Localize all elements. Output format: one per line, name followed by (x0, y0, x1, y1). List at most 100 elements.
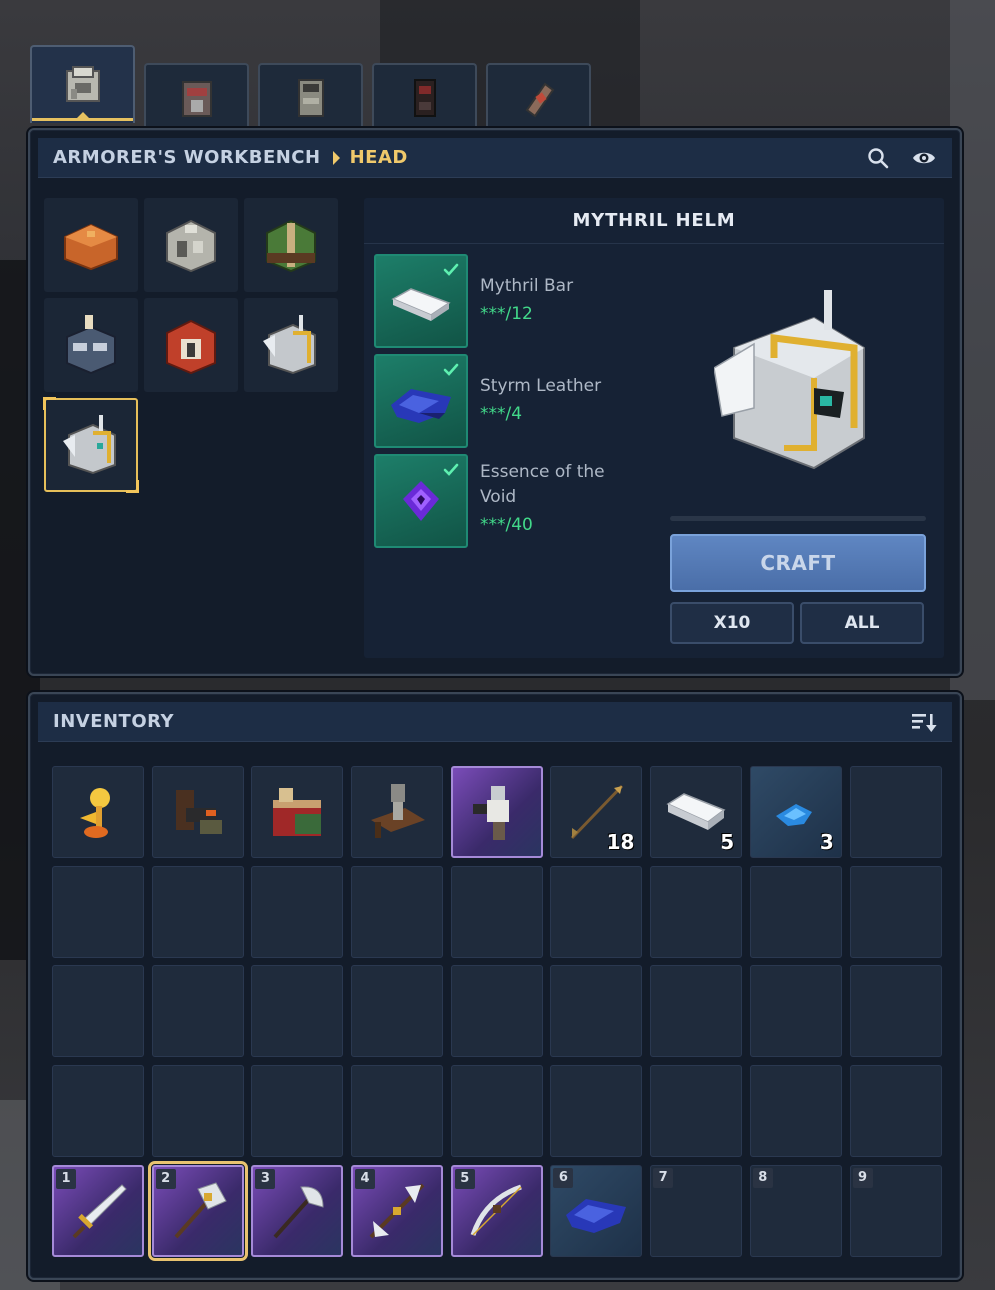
anvil-bench-icon (175, 790, 222, 834)
hotbar-slot-4[interactable]: 4 (351, 1164, 444, 1257)
hotkey-label: 2 (155, 1168, 176, 1189)
mythril-helm-icon (63, 415, 116, 475)
workbench-title: ARMORER'S WORKBENCH (53, 147, 321, 168)
inventory-slot-empty[interactable] (849, 965, 942, 1058)
inventory-slot-empty[interactable] (450, 1065, 543, 1158)
recipe-mythril-helm[interactable] (43, 397, 139, 493)
inventory-slot[interactable] (151, 766, 244, 858)
styrm-leather-icon (566, 1198, 627, 1233)
ingredient-row: Styrm Leather ***/4 (374, 354, 620, 448)
craft-all-button[interactable]: ALL (800, 602, 924, 644)
bracer-tab-icon (525, 82, 554, 117)
sword-icon (72, 1184, 127, 1239)
golden-flower-icon (80, 788, 110, 838)
recipe-title: MYTHRIL HELM (364, 198, 944, 244)
ingredient-slot[interactable] (374, 354, 468, 448)
breadcrumb-arrow-icon (332, 150, 340, 165)
hotbar-slot-9[interactable]: 9 (849, 1164, 942, 1257)
hotbar-slot-2[interactable]: 2 (147, 1160, 248, 1261)
inventory-slot-empty[interactable] (749, 865, 842, 958)
recipe-red-adamantite-helm[interactable] (144, 298, 238, 392)
inventory-slot[interactable] (450, 766, 543, 858)
inventory-slot-empty[interactable] (849, 865, 942, 958)
tab-legs-armor[interactable] (258, 63, 363, 130)
inventory-slot[interactable] (351, 766, 444, 858)
inventory-slot[interactable] (52, 766, 144, 858)
inventory-slot-empty[interactable] (251, 865, 344, 958)
inventory-slot[interactable]: 3 (749, 766, 842, 858)
inventory-slot[interactable]: 18 (550, 766, 643, 858)
inventory-slot-empty[interactable] (52, 865, 144, 958)
inventory-slot-empty[interactable] (351, 1065, 444, 1158)
inventory-slot-empty[interactable] (550, 965, 643, 1058)
inventory-slot-empty[interactable] (550, 1065, 643, 1158)
recipe-plumed-cobalt-helm[interactable] (44, 298, 138, 392)
double-blade-icon (369, 1183, 425, 1239)
inventory-slot-empty[interactable] (251, 965, 344, 1058)
item-quantity: 18 (606, 830, 635, 854)
plumed-cobalt-helm-icon (66, 315, 116, 375)
ingredient-count: ***/40 (480, 515, 533, 535)
search-icon[interactable] (866, 146, 890, 170)
mythril-bar-icon (666, 793, 726, 830)
ingredient-slot[interactable] (374, 254, 468, 348)
inventory-slot-empty[interactable] (351, 865, 444, 958)
inventory-slot-empty[interactable] (650, 1065, 743, 1158)
inventory-slot-empty[interactable] (849, 766, 942, 858)
battle-axe-icon (273, 1186, 324, 1239)
inventory-slot[interactable] (251, 766, 344, 858)
inventory-slot-empty[interactable] (151, 865, 244, 958)
check-icon (443, 263, 459, 276)
stone-armor-tab-icon (297, 78, 324, 117)
inventory-slot-empty[interactable] (450, 965, 543, 1058)
tab-hands-armor[interactable] (372, 63, 477, 130)
recipe-iron-helm[interactable] (144, 198, 238, 292)
hotkey-label: 1 (56, 1168, 76, 1189)
inventory-slot-empty[interactable] (550, 865, 643, 958)
tab-chest-armor[interactable] (144, 63, 249, 130)
crafting-table-icon (273, 788, 322, 836)
inventory-slot-empty[interactable] (52, 965, 144, 1058)
inventory-slot-empty[interactable] (251, 1065, 344, 1158)
copper-helm-icon (64, 223, 118, 271)
recipe-list (43, 198, 338, 493)
inventory-slot-empty[interactable] (151, 965, 244, 1058)
hotbar-slot-8[interactable]: 8 (749, 1164, 842, 1257)
inventory-slot-empty[interactable] (849, 1065, 942, 1158)
hotbar-slot-5[interactable]: 5 (450, 1164, 543, 1257)
iron-helm-tab-icon (65, 66, 100, 102)
sort-icon[interactable] (908, 710, 938, 734)
tab-accessory[interactable] (486, 63, 591, 130)
inventory-slot-empty[interactable] (351, 965, 444, 1058)
inventory-slot-empty[interactable] (650, 865, 743, 958)
hotbar-slot-6[interactable]: 6 (550, 1164, 643, 1257)
ingredient-name: Styrm Leather (480, 376, 602, 396)
inventory-slot[interactable]: 5 (650, 766, 743, 858)
recipe-leather-helm[interactable] (244, 198, 338, 292)
inventory-slot-empty[interactable] (52, 1065, 144, 1158)
check-icon (443, 463, 459, 476)
eye-icon[interactable] (910, 146, 938, 170)
workbench-header: ARMORER'S WORKBENCH HEAD (38, 138, 952, 178)
inventory-title: INVENTORY (53, 711, 175, 732)
inventory-slot-empty[interactable] (151, 1065, 244, 1158)
inventory-slot-empty[interactable] (749, 965, 842, 1058)
hotbar-slot-7[interactable]: 7 (650, 1164, 743, 1257)
inventory-slot-empty[interactable] (450, 865, 543, 958)
inventory-slot-empty[interactable] (749, 1065, 842, 1158)
hotbar-slot-3[interactable]: 3 (251, 1164, 344, 1257)
category-title[interactable]: HEAD (350, 147, 408, 168)
craft-button[interactable]: CRAFT (670, 534, 926, 592)
leather-helm-icon (266, 219, 316, 273)
hotbar-slot-1[interactable]: 1 (52, 1164, 144, 1257)
recipe-copper-helm[interactable] (44, 198, 138, 292)
inventory-slot-empty[interactable] (650, 965, 743, 1058)
ingredient-slot[interactable] (374, 454, 468, 548)
inventory-actions (908, 710, 938, 734)
tab-head-armor[interactable] (30, 45, 135, 123)
craft-x10-button[interactable]: X10 (670, 602, 794, 644)
header-actions (866, 146, 938, 170)
recipe-winged-thorium-helm[interactable] (244, 298, 338, 392)
workbench-panel: ARMORER'S WORKBENCH HEAD MYTHRIL HELM My… (28, 128, 962, 676)
red-adamantite-helm-icon (166, 319, 216, 375)
